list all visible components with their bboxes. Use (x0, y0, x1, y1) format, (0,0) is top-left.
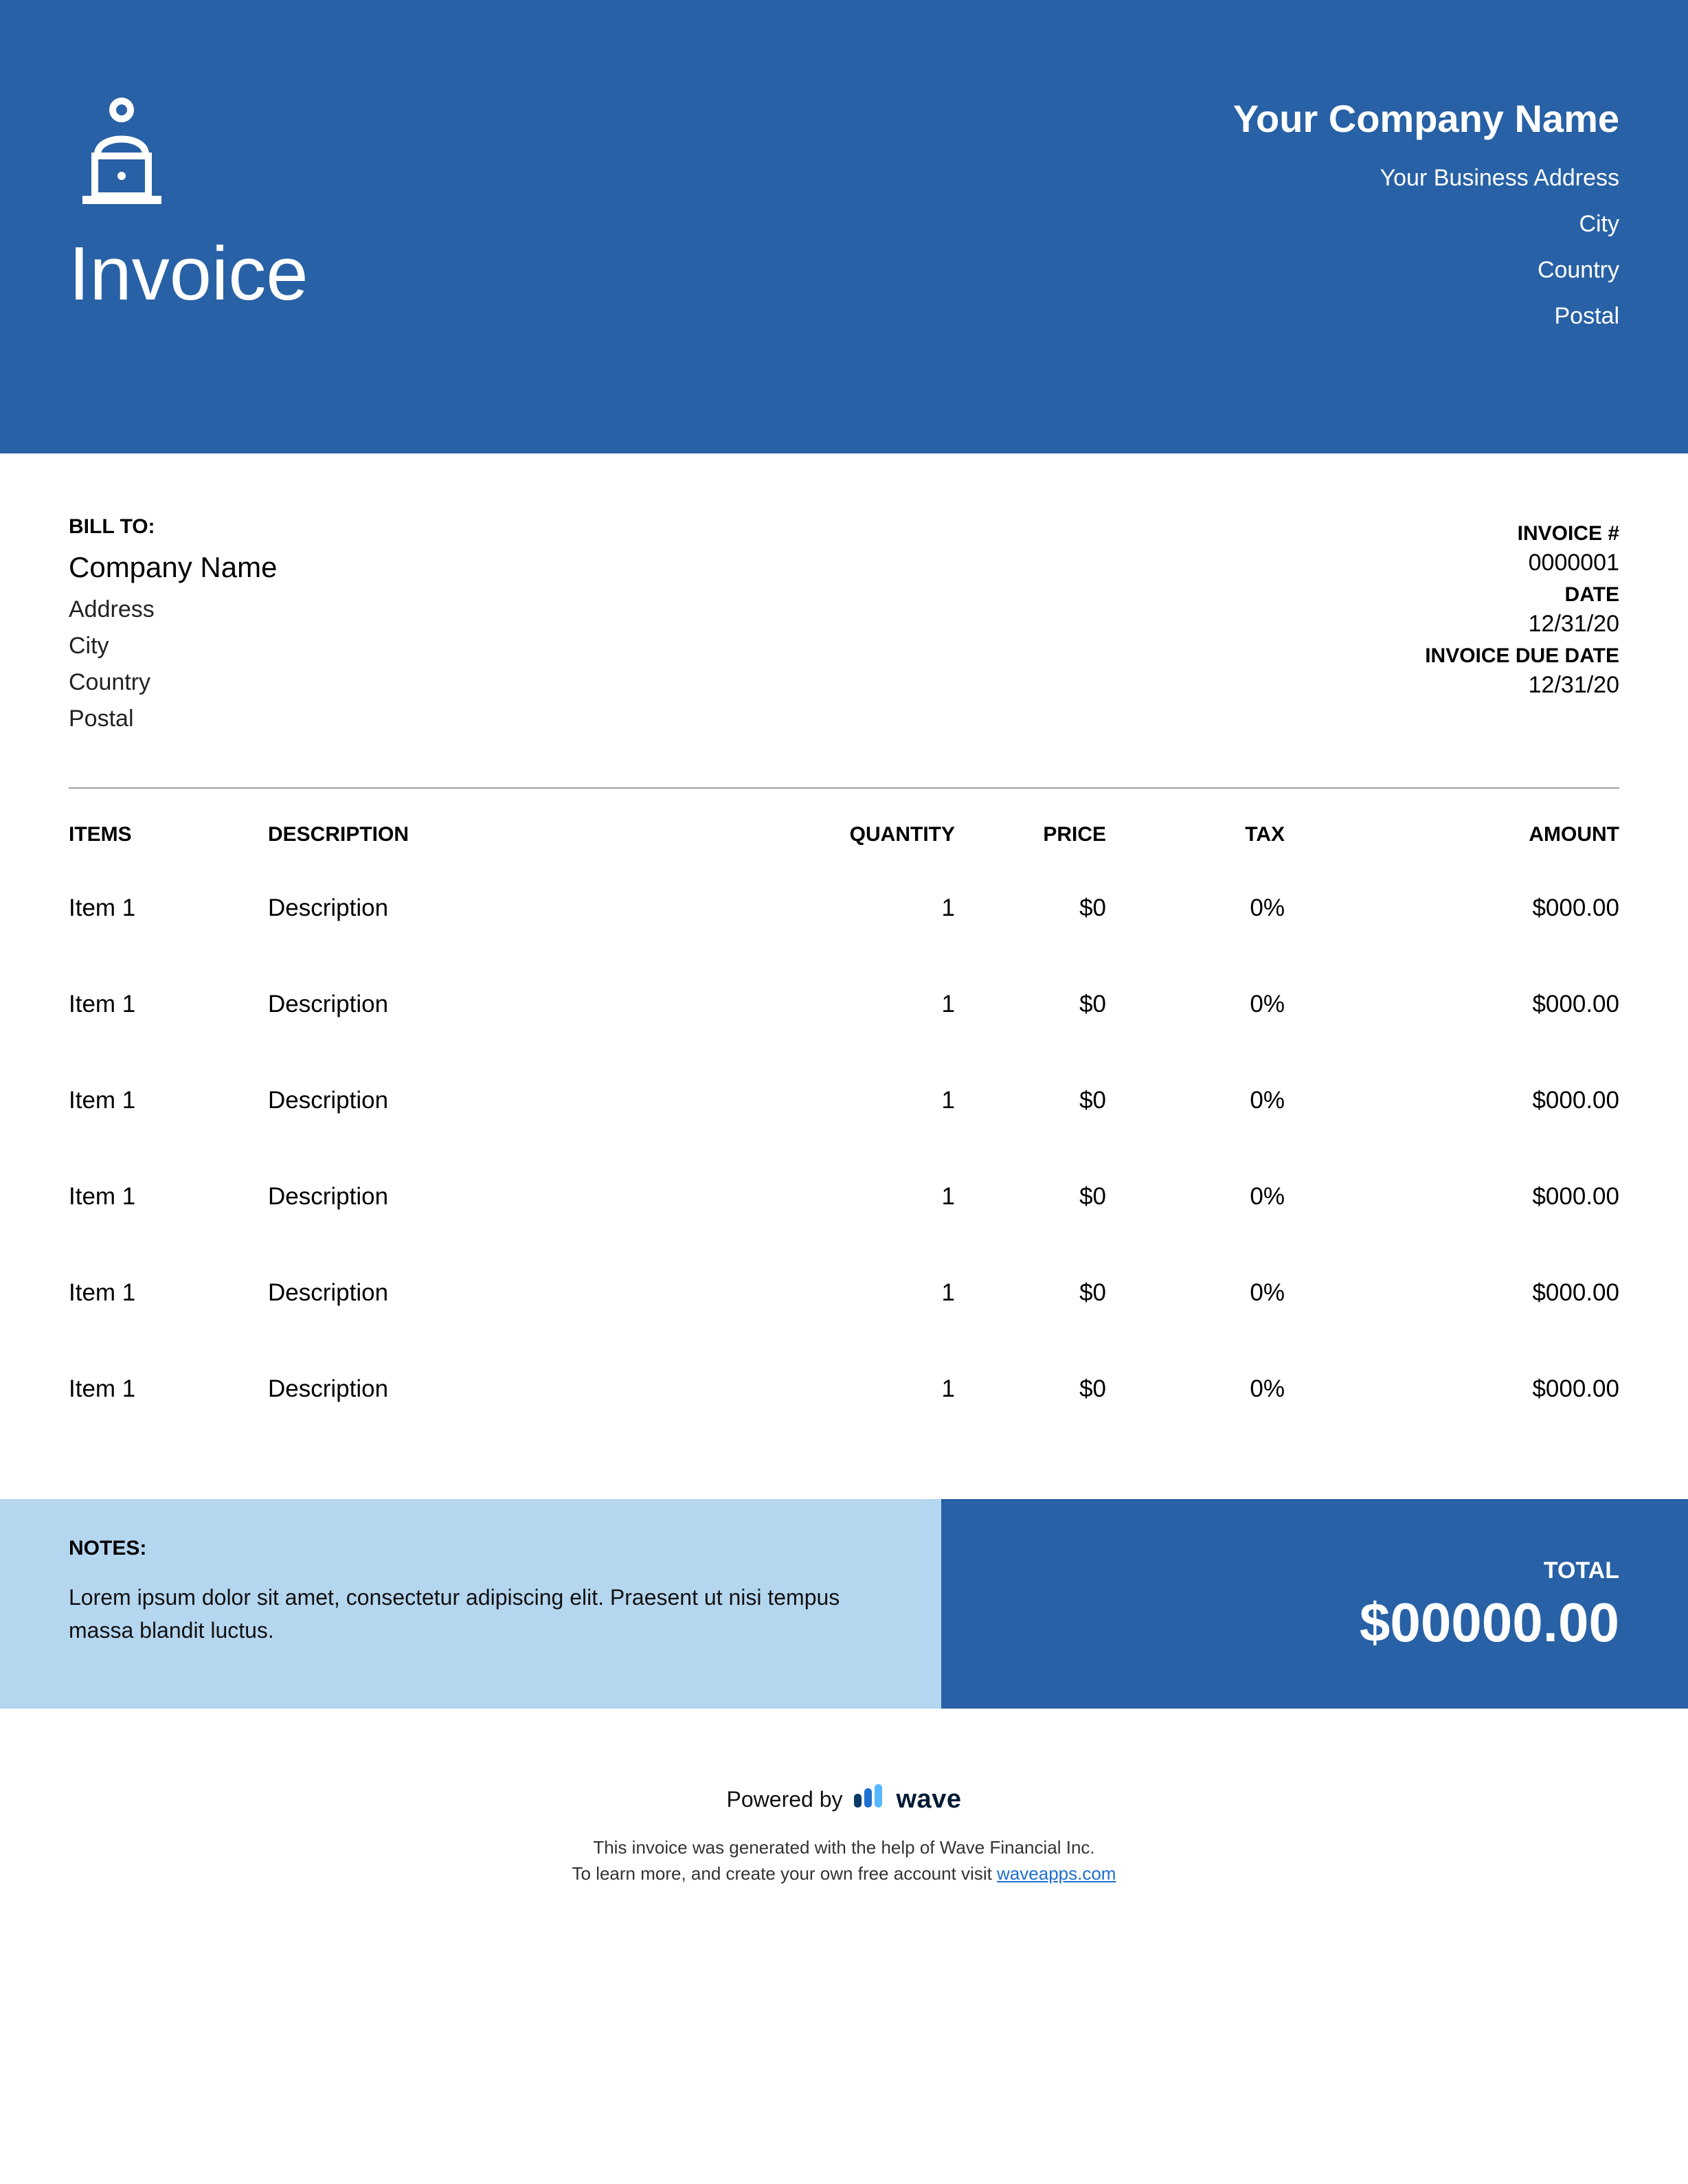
col-price: PRICE (955, 823, 1106, 846)
table-row: Item 1Description1$00%$000.00 (69, 970, 1619, 1066)
cell-description: Description (268, 1087, 742, 1114)
wave-brand: wave (897, 1785, 962, 1814)
cell-description: Description (268, 1279, 742, 1307)
cell-quantity: 1 (742, 991, 955, 1018)
cell-amount: $000.00 (1285, 1279, 1619, 1307)
col-description: DESCRIPTION (268, 823, 742, 846)
cell-description: Description (268, 894, 742, 922)
powered-by: Powered by wave (0, 1784, 1688, 1814)
col-amount: AMOUNT (1285, 823, 1619, 846)
invoice-number: 0000001 (1425, 550, 1619, 576)
invoice-due: 12/31/20 (1425, 672, 1619, 699)
cell-price: $0 (955, 894, 1106, 922)
fine-print: This invoice was generated with the help… (0, 1835, 1688, 1887)
header-left: Invoice (69, 96, 308, 330)
cell-item: Item 1 (69, 1183, 268, 1211)
invoice-meta: INVOICE # 0000001 DATE 12/31/20 INVOICE … (1425, 515, 1619, 732)
cell-tax: 0% (1106, 1375, 1285, 1403)
table-row: Item 1Description1$00%$000.00 (69, 1355, 1619, 1451)
fine-line-2: To learn more, and create your own free … (0, 1861, 1688, 1887)
cell-item: Item 1 (69, 1279, 268, 1307)
notes-label: NOTES: (69, 1537, 893, 1560)
cell-description: Description (268, 1183, 742, 1211)
cell-price: $0 (955, 1279, 1106, 1307)
cell-quantity: 1 (742, 1375, 955, 1403)
company-postal: Postal (1233, 303, 1619, 330)
company-name: Your Company Name (1233, 96, 1619, 141)
invoice-page: Invoice Your Company Name Your Business … (0, 0, 1688, 1887)
cell-tax: 0% (1106, 1279, 1285, 1307)
table-body: Item 1Description1$00%$000.00Item 1Descr… (69, 874, 1619, 1451)
wave-logo-icon (853, 1784, 887, 1814)
line-items-table: ITEMS DESCRIPTION QUANTITY PRICE TAX AMO… (0, 789, 1688, 1451)
cell-price: $0 (955, 1087, 1106, 1114)
col-quantity: QUANTITY (742, 823, 955, 846)
cell-tax: 0% (1106, 1183, 1285, 1211)
col-items: ITEMS (69, 823, 268, 846)
powered-prefix: Powered by (727, 1787, 843, 1812)
person-laptop-icon (69, 96, 308, 216)
cell-tax: 0% (1106, 991, 1285, 1018)
fine-line-1: This invoice was generated with the help… (0, 1835, 1688, 1861)
col-tax: TAX (1106, 823, 1285, 846)
cell-price: $0 (955, 1183, 1106, 1211)
total-label: TOTAL (969, 1557, 1619, 1584)
bill-to-postal: Postal (69, 706, 277, 732)
cell-item: Item 1 (69, 894, 268, 922)
table-row: Item 1Description1$00%$000.00 (69, 1162, 1619, 1259)
cell-quantity: 1 (742, 1279, 955, 1307)
table-row: Item 1Description1$00%$000.00 (69, 874, 1619, 970)
cell-amount: $000.00 (1285, 1087, 1619, 1114)
footer-boxes: NOTES: Lorem ipsum dolor sit amet, conse… (0, 1499, 1688, 1709)
total-value: $00000.00 (969, 1591, 1619, 1654)
invoice-due-label: INVOICE DUE DATE (1425, 644, 1619, 668)
notes-box: NOTES: Lorem ipsum dolor sit amet, conse… (0, 1499, 941, 1709)
notes-text: Lorem ipsum dolor sit amet, consectetur … (69, 1581, 893, 1647)
cell-quantity: 1 (742, 1183, 955, 1211)
bill-to-address: Address (69, 596, 277, 623)
cell-tax: 0% (1106, 894, 1285, 922)
cell-quantity: 1 (742, 1087, 955, 1114)
meta-section: BILL TO: Company Name Address City Count… (0, 453, 1688, 760)
cell-price: $0 (955, 1375, 1106, 1403)
cell-description: Description (268, 1375, 742, 1403)
table-row: Item 1Description1$00%$000.00 (69, 1259, 1619, 1355)
cell-tax: 0% (1106, 1087, 1285, 1114)
table-row: Item 1Description1$00%$000.00 (69, 1066, 1619, 1162)
bill-to-label: BILL TO: (69, 515, 277, 539)
company-country: Country (1233, 257, 1619, 284)
document-title: Invoice (69, 230, 308, 317)
bill-to: BILL TO: Company Name Address City Count… (69, 515, 277, 732)
bill-to-city: City (69, 633, 277, 660)
company-address: Your Business Address (1233, 165, 1619, 192)
invoice-number-label: INVOICE # (1425, 522, 1619, 545)
bill-to-company: Company Name (69, 551, 277, 584)
header: Invoice Your Company Name Your Business … (0, 0, 1688, 453)
cell-amount: $000.00 (1285, 1375, 1619, 1403)
cell-item: Item 1 (69, 1375, 268, 1403)
cell-amount: $000.00 (1285, 1183, 1619, 1211)
invoice-date: 12/31/20 (1425, 611, 1619, 638)
table-header: ITEMS DESCRIPTION QUANTITY PRICE TAX AMO… (69, 816, 1619, 874)
cell-price: $0 (955, 991, 1106, 1018)
waveapps-link[interactable]: waveapps.com (997, 1863, 1116, 1884)
company-city: City (1233, 211, 1619, 238)
cell-amount: $000.00 (1285, 894, 1619, 922)
invoice-date-label: DATE (1425, 583, 1619, 607)
cell-item: Item 1 (69, 1087, 268, 1114)
cell-description: Description (268, 991, 742, 1018)
header-right: Your Company Name Your Business Address … (1233, 96, 1619, 330)
total-box: TOTAL $00000.00 (941, 1499, 1688, 1709)
bill-to-country: Country (69, 669, 277, 696)
cell-quantity: 1 (742, 894, 955, 922)
cell-item: Item 1 (69, 991, 268, 1018)
cell-amount: $000.00 (1285, 991, 1619, 1018)
